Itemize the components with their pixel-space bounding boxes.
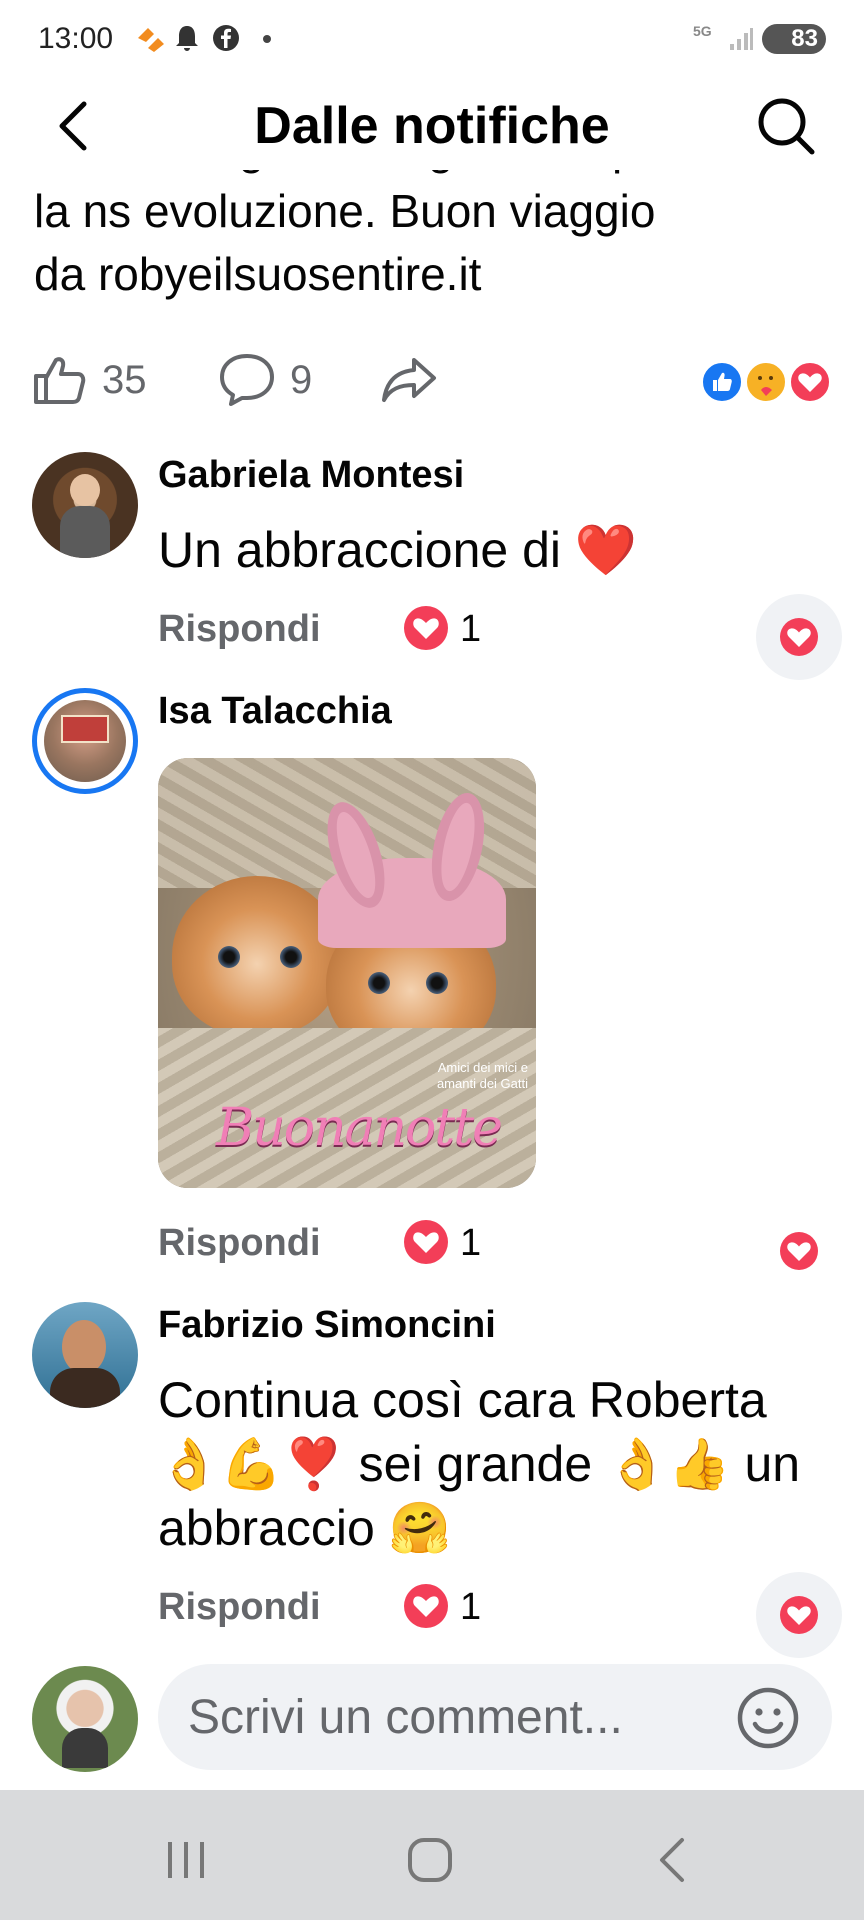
avatar[interactable] [32, 1302, 138, 1408]
comment-text-line: 👌💪❣️ sei grande 👌👍 un [158, 1436, 801, 1492]
comment-text: Un abbraccione di ❤️ [158, 522, 638, 578]
back-nav-icon[interactable] [644, 1830, 704, 1890]
comment-text-line: Continua così cara Roberta [158, 1372, 767, 1428]
heart-icon [780, 618, 818, 656]
reply-button[interactable]: Rispondi [158, 1222, 321, 1265]
love-reaction-icon [788, 360, 832, 404]
system-nav-bar [0, 1790, 864, 1920]
my-avatar[interactable] [32, 1666, 138, 1772]
emoji-icon[interactable] [736, 1686, 800, 1750]
share-icon[interactable] [380, 352, 438, 408]
like-reaction-icon [700, 360, 744, 404]
reaction-count: 1 [460, 608, 482, 650]
avatar[interactable] [32, 452, 138, 558]
dot-icon [263, 35, 271, 43]
comment-text-line: abbraccio 🤗 [158, 1500, 451, 1556]
kitten-left [172, 876, 342, 1036]
image-script-text: Buonanotte [216, 1098, 503, 1158]
comment-author[interactable]: Isa Talacchia [158, 690, 392, 733]
comment-composer [0, 1658, 864, 1788]
battery-indicator: 83 [762, 24, 826, 54]
image-caption: Amici dei mici e amanti dei Gatti [436, 1060, 528, 1091]
comment-input[interactable] [188, 1664, 728, 1770]
reaction-count: 1 [460, 1586, 482, 1628]
comment-image[interactable]: Amici dei mici e amanti dei Gatti Buonan… [158, 758, 536, 1188]
post-text-line: la ns evoluzione. Buon viaggio [34, 185, 656, 237]
love-button[interactable] [756, 1572, 842, 1658]
status-bar: 13:00 5G 83 [0, 0, 864, 80]
network-type: 5G [693, 23, 712, 39]
strava-icon [138, 28, 164, 52]
recent-apps-icon[interactable] [156, 1830, 216, 1890]
home-icon[interactable] [400, 1830, 460, 1890]
heart-icon [780, 1232, 818, 1270]
page-title: Dalle notifiche [254, 97, 610, 155]
post-text-line: da robyeilsuosentire.it [34, 248, 482, 300]
like-count: 35 [102, 358, 147, 402]
heart-icon [404, 606, 448, 650]
post-text: hanno un grande significato per la ns ev… [34, 150, 834, 306]
comment-author[interactable]: Fabrizio Simoncini [158, 1304, 496, 1347]
status-time: 13:00 [38, 22, 114, 55]
top-bar: Dalle notifiche [0, 80, 864, 170]
reply-button[interactable]: Rispondi [158, 608, 321, 651]
care-reaction-icon [744, 360, 788, 404]
comment-author[interactable]: Gabriela Montesi [158, 454, 464, 497]
facebook-icon [213, 25, 239, 51]
comment-field[interactable] [158, 1664, 832, 1770]
love-button[interactable] [756, 594, 842, 680]
like-icon[interactable] [32, 352, 88, 408]
battery-level: 83 [791, 25, 818, 52]
reaction-summary[interactable] [700, 360, 834, 404]
love-button[interactable] [756, 1208, 842, 1294]
search-icon[interactable] [754, 94, 818, 158]
signal-icon [730, 28, 753, 50]
comment-icon[interactable] [218, 352, 276, 408]
heart-icon [780, 1596, 818, 1634]
heart-icon [404, 1584, 448, 1628]
reaction-count: 1 [460, 1222, 482, 1264]
reply-button[interactable]: Rispondi [158, 1586, 321, 1629]
post-actions: 35 9 [0, 342, 864, 412]
comment-count: 9 [290, 358, 313, 402]
bell-icon [176, 26, 198, 51]
avatar[interactable] [32, 688, 138, 794]
heart-icon [404, 1220, 448, 1264]
comment-text: Continua così cara Roberta 👌💪❣️ sei gran… [158, 1368, 838, 1560]
